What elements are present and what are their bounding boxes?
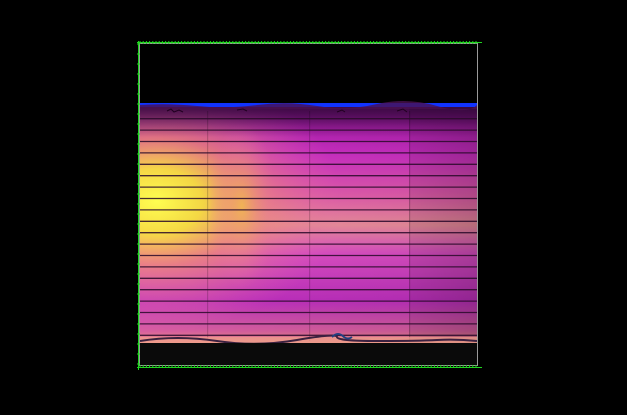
image-viewer xyxy=(0,0,627,415)
bottom-edge-band xyxy=(139,333,478,365)
tile-shade-right xyxy=(409,107,477,343)
tile-seam-1 xyxy=(207,111,209,341)
scan-field xyxy=(140,107,477,343)
false-color-scan-image xyxy=(137,41,482,370)
tile-seam-2 xyxy=(309,111,311,341)
scan-frame xyxy=(137,41,482,370)
bottom-dark-band xyxy=(140,343,477,365)
